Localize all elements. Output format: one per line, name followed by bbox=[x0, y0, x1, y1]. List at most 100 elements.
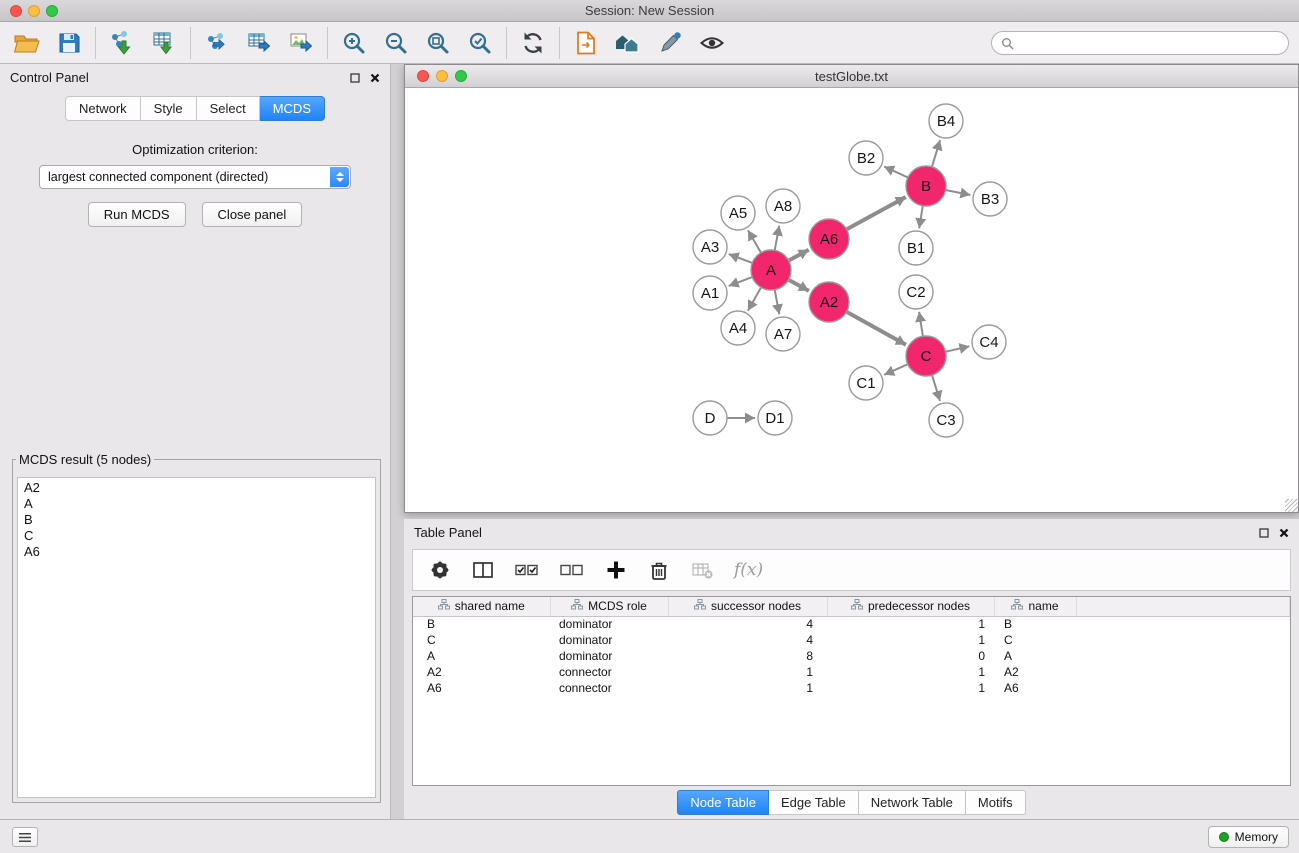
table-settings-button[interactable] bbox=[429, 559, 451, 581]
control-tab-style[interactable]: Style bbox=[141, 96, 197, 121]
function-builder-button[interactable]: f(x) bbox=[734, 560, 763, 580]
edge-B-B1[interactable] bbox=[919, 206, 923, 229]
edge-B-B3[interactable] bbox=[946, 190, 971, 195]
node-A7[interactable]: A7 bbox=[766, 317, 800, 351]
search-box[interactable] bbox=[991, 31, 1289, 55]
table-row[interactable]: A6connector11A6 bbox=[413, 680, 1290, 696]
resize-grip[interactable] bbox=[1285, 499, 1298, 512]
node-B1[interactable]: B1 bbox=[899, 231, 933, 265]
node-A2[interactable]: A2 bbox=[809, 282, 849, 322]
control-tab-select[interactable]: Select bbox=[197, 96, 260, 121]
node-B4[interactable]: B4 bbox=[929, 104, 963, 138]
node-C1[interactable]: C1 bbox=[849, 366, 883, 400]
edge-B-B2[interactable] bbox=[884, 167, 908, 178]
column-header-successor-nodes[interactable]: successor nodes bbox=[668, 597, 827, 616]
table-tab-motifs[interactable]: Motifs bbox=[966, 790, 1026, 815]
mcds-result-list[interactable]: A2ABCA6 bbox=[17, 477, 376, 798]
edge-A-A8[interactable] bbox=[775, 226, 780, 251]
node-A4[interactable]: A4 bbox=[721, 311, 755, 345]
node-C4[interactable]: C4 bbox=[972, 325, 1006, 359]
close-panel-icon[interactable] bbox=[370, 73, 380, 83]
close-panel-icon[interactable] bbox=[1279, 528, 1289, 538]
import-table-button[interactable] bbox=[143, 25, 185, 61]
network-canvas[interactable]: B4B2BB3A5A8A6B1A3AC2A1A2A4A7C4CC1C3DD1 bbox=[405, 88, 1298, 512]
table-row[interactable]: A2connector11A2 bbox=[413, 664, 1290, 680]
node-B3[interactable]: B3 bbox=[973, 182, 1007, 216]
control-tab-network[interactable]: Network bbox=[65, 96, 141, 121]
table-tab-node-table[interactable]: Node Table bbox=[677, 790, 769, 815]
edge-A-A7[interactable] bbox=[775, 290, 780, 315]
edge-C-C4[interactable] bbox=[946, 346, 970, 351]
delete-column-button[interactable] bbox=[648, 559, 670, 581]
edge-C-C3[interactable] bbox=[932, 375, 940, 401]
edge-C-C1[interactable] bbox=[884, 364, 908, 375]
edge-A-A4[interactable] bbox=[748, 287, 761, 310]
edge-A-A1[interactable] bbox=[729, 277, 753, 286]
network-window-titlebar[interactable]: testGlobe.txt bbox=[405, 65, 1298, 88]
column-header-name[interactable]: name bbox=[994, 597, 1076, 616]
mcds-result-item[interactable]: A2 bbox=[24, 480, 375, 496]
show-details-button[interactable] bbox=[691, 25, 733, 61]
node-C3[interactable]: C3 bbox=[929, 403, 963, 437]
edge-A6-B[interactable] bbox=[847, 197, 906, 229]
node-C2[interactable]: C2 bbox=[899, 275, 933, 309]
mcds-result-item[interactable]: A bbox=[24, 496, 375, 512]
node-A[interactable]: A bbox=[751, 250, 791, 290]
node-D1[interactable]: D1 bbox=[758, 401, 792, 435]
network-graph[interactable]: B4B2BB3A5A8A6B1A3AC2A1A2A4A7C4CC1C3DD1 bbox=[405, 88, 1298, 512]
node-C[interactable]: C bbox=[906, 336, 946, 376]
node-B[interactable]: B bbox=[906, 166, 946, 206]
deselect-all-button[interactable] bbox=[560, 561, 584, 579]
table-tab-edge-table[interactable]: Edge Table bbox=[769, 790, 859, 815]
optimization-dropdown[interactable]: largest connected component (directed) bbox=[39, 165, 351, 189]
table-row[interactable]: Adominator80A bbox=[413, 648, 1290, 664]
node-B2[interactable]: B2 bbox=[849, 141, 883, 175]
node-D[interactable]: D bbox=[693, 401, 727, 435]
node-A5[interactable]: A5 bbox=[721, 196, 755, 230]
task-history-button[interactable] bbox=[12, 827, 38, 847]
column-header-shared-name[interactable]: shared name bbox=[413, 597, 550, 616]
mcds-result-item[interactable]: A6 bbox=[24, 544, 375, 560]
node-A6[interactable]: A6 bbox=[809, 219, 849, 259]
add-column-button[interactable] bbox=[605, 559, 627, 581]
memory-button[interactable]: Memory bbox=[1208, 826, 1289, 848]
network-minimize-button[interactable] bbox=[436, 70, 448, 82]
table-tab-network-table[interactable]: Network Table bbox=[859, 790, 966, 815]
annotate-button[interactable] bbox=[649, 25, 691, 61]
node-A8[interactable]: A8 bbox=[766, 189, 800, 223]
mcds-result-item[interactable]: C bbox=[24, 528, 375, 544]
float-panel-icon[interactable] bbox=[1259, 528, 1269, 538]
open-file-button[interactable] bbox=[6, 25, 48, 61]
export-table-button[interactable] bbox=[238, 25, 280, 61]
zoom-fit-button[interactable] bbox=[417, 25, 459, 61]
node-A1[interactable]: A1 bbox=[693, 276, 727, 310]
network-zoom-button[interactable] bbox=[455, 70, 467, 82]
column-header-predecessor-nodes[interactable]: predecessor nodes bbox=[827, 597, 994, 616]
zoom-in-button[interactable] bbox=[333, 25, 375, 61]
zoom-out-button[interactable] bbox=[375, 25, 417, 61]
home-button[interactable] bbox=[607, 25, 649, 61]
refresh-button[interactable] bbox=[512, 25, 554, 61]
zoom-selected-button[interactable] bbox=[459, 25, 501, 61]
edge-A-A2[interactable] bbox=[789, 280, 809, 291]
control-tab-mcds[interactable]: MCDS bbox=[260, 96, 325, 121]
edge-A-A6[interactable] bbox=[789, 250, 809, 261]
export-network-button[interactable] bbox=[196, 25, 238, 61]
column-header-MCDS-role[interactable]: MCDS role bbox=[550, 597, 668, 616]
edge-A2-C[interactable] bbox=[847, 312, 906, 345]
edge-C-C2[interactable] bbox=[919, 312, 923, 336]
edge-A-A3[interactable] bbox=[729, 254, 753, 263]
close-panel-button[interactable]: Close panel bbox=[202, 202, 303, 227]
table-row[interactable]: Cdominator41C bbox=[413, 632, 1290, 648]
network-close-button[interactable] bbox=[417, 70, 429, 82]
select-all-button[interactable] bbox=[515, 561, 539, 579]
edge-A-A5[interactable] bbox=[748, 230, 761, 252]
run-mcds-button[interactable]: Run MCDS bbox=[88, 202, 186, 227]
table-row[interactable]: Bdominator41B bbox=[413, 616, 1290, 632]
search-input[interactable] bbox=[1019, 36, 1279, 50]
open-session-button[interactable] bbox=[565, 25, 607, 61]
node-table[interactable]: shared nameMCDS rolesuccessor nodesprede… bbox=[412, 596, 1291, 786]
save-session-button[interactable] bbox=[48, 25, 90, 61]
edge-B-B4[interactable] bbox=[932, 140, 940, 167]
mcds-result-item[interactable]: B bbox=[24, 512, 375, 528]
